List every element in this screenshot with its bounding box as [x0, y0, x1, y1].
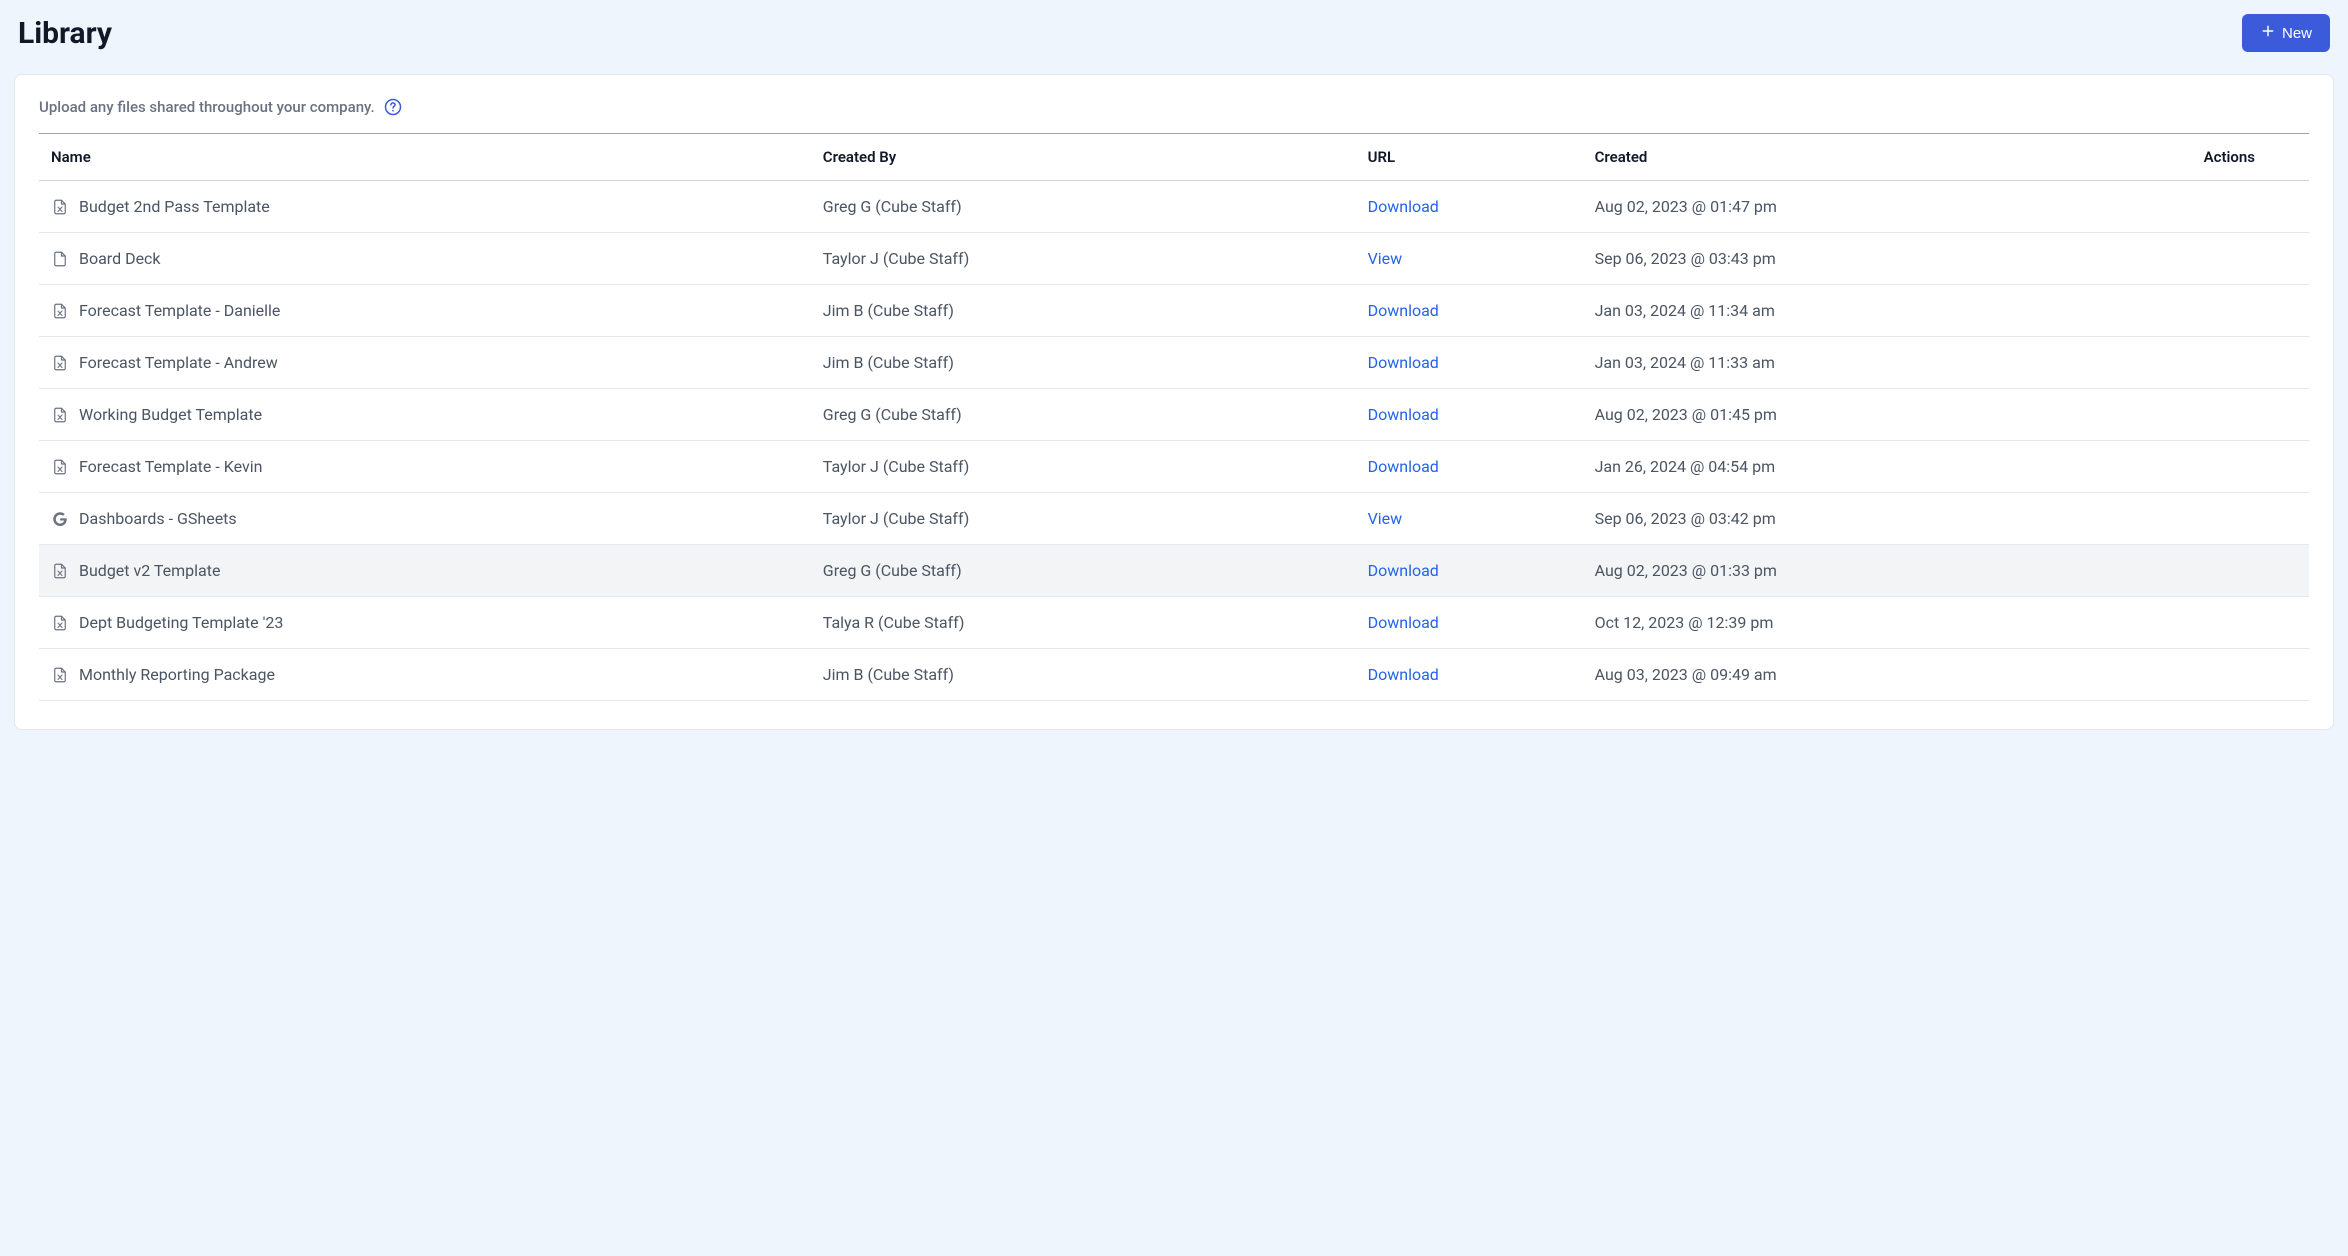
url-link[interactable]: Download	[1368, 405, 1439, 424]
actions-cell	[2037, 389, 2309, 441]
excel-file-icon	[51, 406, 69, 424]
created-cell: Jan 03, 2024 @ 11:34 am	[1583, 285, 2037, 337]
file-name: Dashboards - GSheets	[79, 509, 237, 528]
name-cell: Dept Budgeting Template '23	[51, 613, 799, 632]
description-row: Upload any files shared throughout your …	[39, 97, 2309, 133]
created-by-cell: Jim B (Cube Staff)	[811, 285, 1356, 337]
name-cell: Working Budget Template	[51, 405, 799, 424]
created-by-cell: Taylor J (Cube Staff)	[811, 441, 1356, 493]
file-name: Dept Budgeting Template '23	[79, 613, 283, 632]
created-cell: Aug 02, 2023 @ 01:45 pm	[1583, 389, 2037, 441]
created-by-cell: Jim B (Cube Staff)	[811, 649, 1356, 701]
description-text: Upload any files shared throughout your …	[39, 98, 375, 116]
created-by-cell: Greg G (Cube Staff)	[811, 389, 1356, 441]
name-cell: Monthly Reporting Package	[51, 665, 799, 684]
file-name: Forecast Template - Danielle	[79, 301, 280, 320]
file-name: Working Budget Template	[79, 405, 262, 424]
excel-file-icon	[51, 666, 69, 684]
created-by-cell: Jim B (Cube Staff)	[811, 337, 1356, 389]
help-icon[interactable]	[383, 97, 403, 117]
url-link[interactable]: Download	[1368, 301, 1439, 320]
url-link[interactable]: View	[1368, 249, 1403, 268]
created-by-cell: Greg G (Cube Staff)	[811, 181, 1356, 233]
new-button-label: New	[2282, 25, 2312, 42]
excel-file-icon	[51, 302, 69, 320]
created-cell: Oct 12, 2023 @ 12:39 pm	[1583, 597, 2037, 649]
header-created-by[interactable]: Created By	[811, 134, 1356, 181]
page-title: Library	[18, 16, 112, 51]
excel-file-icon	[51, 354, 69, 372]
url-link[interactable]: Download	[1368, 561, 1439, 580]
name-cell: Forecast Template - Danielle	[51, 301, 799, 320]
name-cell: Board Deck	[51, 249, 799, 268]
created-cell: Jan 03, 2024 @ 11:33 am	[1583, 337, 2037, 389]
actions-cell	[2037, 441, 2309, 493]
actions-cell	[2037, 649, 2309, 701]
table-row[interactable]: Budget 2nd Pass Template Greg G (Cube Sta…	[39, 181, 2309, 233]
google-file-icon	[51, 510, 69, 528]
table-row[interactable]: Forecast Template - Danielle Jim B (Cube …	[39, 285, 2309, 337]
actions-cell	[2037, 493, 2309, 545]
table-row[interactable]: Board Deck Taylor J (Cube Staff) View Sep 0…	[39, 233, 2309, 285]
table-row[interactable]: Working Budget Template Greg G (Cube Staf…	[39, 389, 2309, 441]
table-row[interactable]: Monthly Reporting Package Jim B (Cube Sta…	[39, 649, 2309, 701]
created-cell: Jan 26, 2024 @ 04:54 pm	[1583, 441, 2037, 493]
created-by-cell: Taylor J (Cube Staff)	[811, 493, 1356, 545]
created-by-cell: Taylor J (Cube Staff)	[811, 233, 1356, 285]
header-actions: Actions	[2037, 134, 2309, 181]
name-cell: Forecast Template - Kevin	[51, 457, 799, 476]
created-cell: Sep 06, 2023 @ 03:43 pm	[1583, 233, 2037, 285]
name-cell: Budget 2nd Pass Template	[51, 197, 799, 216]
excel-file-icon	[51, 458, 69, 476]
url-link[interactable]: Download	[1368, 197, 1439, 216]
header-created[interactable]: Created	[1583, 134, 2037, 181]
library-card: Upload any files shared throughout your …	[14, 74, 2334, 730]
actions-cell	[2037, 233, 2309, 285]
file-name: Board Deck	[79, 249, 161, 268]
actions-cell	[2037, 285, 2309, 337]
actions-cell	[2037, 181, 2309, 233]
created-by-cell: Talya R (Cube Staff)	[811, 597, 1356, 649]
name-cell: Budget v2 Template	[51, 561, 799, 580]
url-link[interactable]: Download	[1368, 613, 1439, 632]
page-header: Library New	[14, 14, 2334, 52]
name-cell: Forecast Template - Andrew	[51, 353, 799, 372]
actions-cell	[2037, 597, 2309, 649]
url-link[interactable]: View	[1368, 509, 1403, 528]
excel-file-icon	[51, 614, 69, 632]
created-cell: Aug 03, 2023 @ 09:49 am	[1583, 649, 2037, 701]
header-name[interactable]: Name	[39, 134, 811, 181]
created-cell: Aug 02, 2023 @ 01:47 pm	[1583, 181, 2037, 233]
file-name: Budget v2 Template	[79, 561, 220, 580]
file-name: Forecast Template - Andrew	[79, 353, 278, 372]
created-by-cell: Greg G (Cube Staff)	[811, 545, 1356, 597]
table-row[interactable]: Budget v2 Template Greg G (Cube Staff) Dow…	[39, 545, 2309, 597]
file-name: Forecast Template - Kevin	[79, 457, 262, 476]
name-cell: Dashboards - GSheets	[51, 509, 799, 528]
files-table: Name Created By URL Created Actions Budg…	[39, 133, 2309, 701]
url-link[interactable]: Download	[1368, 353, 1439, 372]
table-row[interactable]: Forecast Template - Kevin Taylor J (Cube …	[39, 441, 2309, 493]
url-link[interactable]: Download	[1368, 665, 1439, 684]
header-url[interactable]: URL	[1356, 134, 1583, 181]
doc-file-icon	[51, 250, 69, 268]
created-cell: Aug 02, 2023 @ 01:33 pm	[1583, 545, 2037, 597]
table-row[interactable]: Dashboards - GSheets Taylor J (Cube Staff…	[39, 493, 2309, 545]
file-name: Budget 2nd Pass Template	[79, 197, 270, 216]
url-link[interactable]: Download	[1368, 457, 1439, 476]
table-row[interactable]: Dept Budgeting Template '23 Talya R (Cube…	[39, 597, 2309, 649]
actions-cell	[2037, 337, 2309, 389]
plus-icon	[2260, 23, 2276, 43]
excel-file-icon	[51, 198, 69, 216]
created-cell: Sep 06, 2023 @ 03:42 pm	[1583, 493, 2037, 545]
excel-file-icon	[51, 562, 69, 580]
file-name: Monthly Reporting Package	[79, 665, 275, 684]
table-row[interactable]: Forecast Template - Andrew Jim B (Cube St…	[39, 337, 2309, 389]
new-button[interactable]: New	[2242, 14, 2330, 52]
actions-cell	[2037, 545, 2309, 597]
